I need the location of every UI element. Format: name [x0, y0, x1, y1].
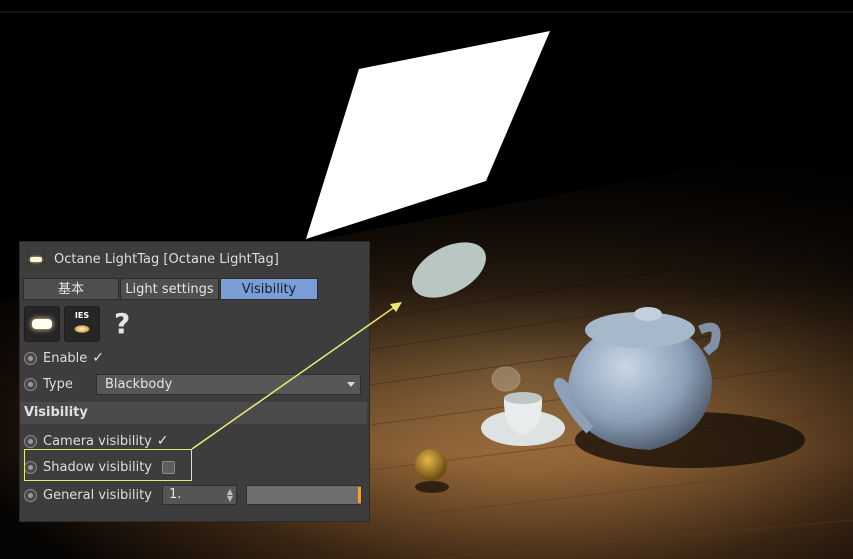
panel-title: Octane LightTag [Octane LightTag] — [54, 251, 279, 267]
tab-visibility[interactable]: Visibility — [220, 278, 318, 300]
tab-basic[interactable]: 基本 — [23, 278, 119, 300]
general-visibility-radio[interactable] — [24, 488, 37, 502]
shadow-visibility-highlight — [24, 449, 192, 481]
ies-glow-icon — [74, 325, 90, 333]
enable-row: Enable ✓ — [24, 346, 104, 370]
camera-visibility-checkmark-icon[interactable]: ✓ — [157, 433, 169, 449]
general-visibility-value: 1. — [169, 487, 182, 502]
visibility-section-header[interactable]: Visibility — [20, 402, 367, 424]
type-animate-radio[interactable] — [24, 377, 37, 391]
tab-light-settings[interactable]: Light settings — [120, 278, 219, 300]
light-tag-icon — [27, 253, 45, 265]
panel-title-bar: Octane LightTag [Octane LightTag] — [20, 242, 369, 276]
camera-visibility-label: Camera visibility — [43, 433, 152, 449]
type-value: Blackbody — [105, 377, 173, 392]
enable-animate-radio[interactable] — [24, 351, 37, 365]
general-visibility-row: General visibility — [24, 483, 152, 507]
help-icon[interactable]: ? — [114, 307, 130, 341]
general-visibility-slider[interactable] — [246, 485, 362, 505]
emissive-light-icon[interactable] — [24, 306, 60, 342]
general-visibility-input[interactable]: 1. ▲ ▼ — [162, 485, 237, 505]
type-row: Type — [24, 372, 73, 396]
type-dropdown[interactable]: Blackbody — [96, 374, 361, 395]
enable-checkmark-icon[interactable]: ✓ — [92, 350, 104, 366]
enable-label: Enable — [43, 350, 88, 366]
slider-handle[interactable] — [358, 487, 361, 503]
general-visibility-label: General visibility — [43, 487, 152, 503]
ies-light-icon[interactable]: IES — [64, 306, 100, 342]
light-type-icons: IES ? — [24, 306, 130, 342]
camera-visibility-radio[interactable] — [24, 434, 37, 448]
emissive-glow-icon — [32, 319, 52, 329]
ies-label: IES — [74, 311, 90, 320]
tab-bar: 基本 Light settings Visibility — [23, 278, 319, 300]
type-label: Type — [43, 376, 73, 392]
chevron-down-icon — [347, 382, 355, 387]
spinner-arrows-icon[interactable]: ▲ ▼ — [227, 488, 233, 503]
